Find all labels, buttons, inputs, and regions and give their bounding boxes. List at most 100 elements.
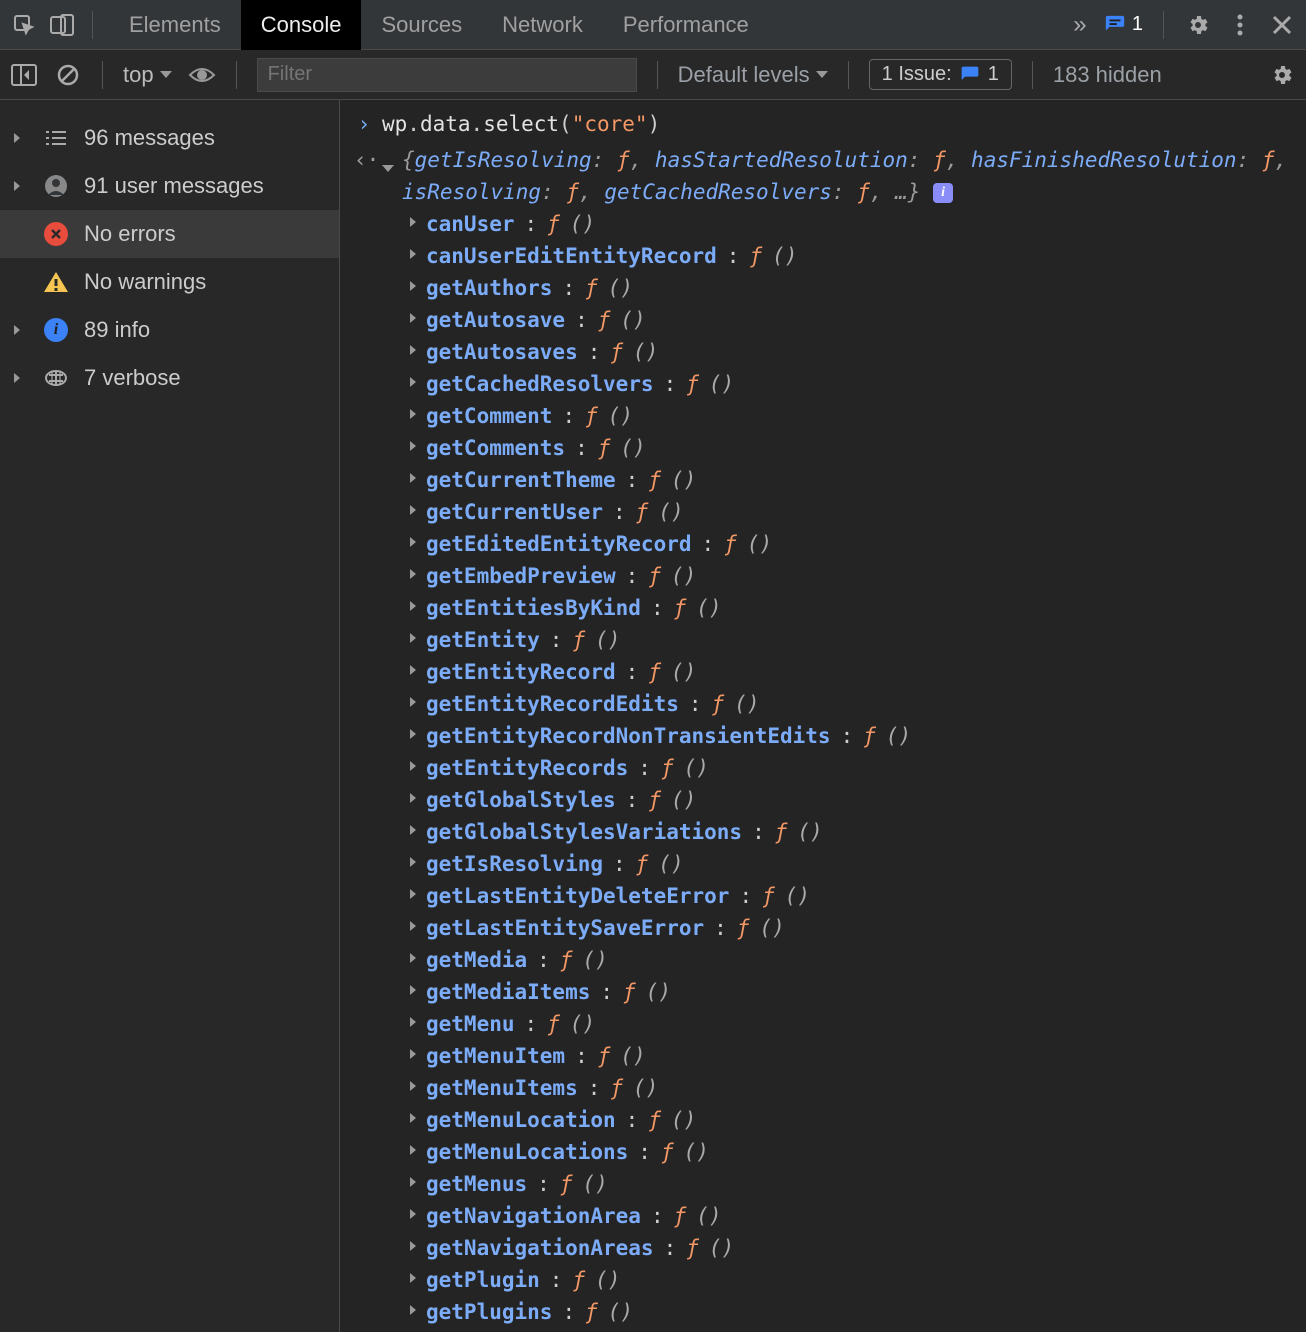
object-property[interactable]: getEmbedPreview: ƒ (): [410, 560, 1306, 592]
expand-icon: [410, 592, 416, 624]
property-value: ƒ: [598, 432, 611, 464]
expand-icon: [14, 322, 28, 338]
expand-toggle-icon[interactable]: [382, 144, 394, 184]
sidebar-item-verbose[interactable]: 7 verbose: [0, 354, 339, 402]
issues-badge[interactable]: 1: [1104, 13, 1143, 36]
expand-icon: [410, 304, 416, 336]
object-property[interactable]: canUserEditEntityRecord: ƒ (): [410, 240, 1306, 272]
object-property[interactable]: getEntity: ƒ (): [410, 624, 1306, 656]
object-property[interactable]: getMenu: ƒ (): [410, 1008, 1306, 1040]
property-key: getComment: [426, 400, 552, 432]
object-property[interactable]: getIsResolving: ƒ (): [410, 848, 1306, 880]
settings-gear-icon[interactable]: [1184, 11, 1212, 39]
object-property[interactable]: getMenuLocation: ƒ (): [410, 1104, 1306, 1136]
inspect-icon[interactable]: [10, 11, 38, 39]
property-key: getCachedResolvers: [426, 368, 654, 400]
expand-icon: [14, 178, 28, 194]
property-key: getNavigationArea: [426, 1200, 641, 1232]
object-property[interactable]: canUser: ƒ (): [410, 208, 1306, 240]
property-key: getLastEntityDeleteError: [426, 880, 729, 912]
property-key: getMenu: [426, 1008, 515, 1040]
tab-elements[interactable]: Elements: [109, 0, 241, 50]
issues-count: 1: [1132, 13, 1143, 36]
expand-icon: [14, 370, 28, 386]
sidebar-item-info[interactable]: i89 info: [0, 306, 339, 354]
console-settings-gear-icon[interactable]: [1268, 61, 1296, 89]
property-key: canUserEditEntityRecord: [426, 240, 717, 272]
expand-icon: [410, 880, 416, 912]
object-property[interactable]: getMediaItems: ƒ (): [410, 976, 1306, 1008]
device-toggle-icon[interactable]: [48, 11, 76, 39]
property-key: getEntityRecords: [426, 752, 628, 784]
log-levels-selector[interactable]: Default levels: [678, 62, 828, 88]
object-property[interactable]: getCurrentTheme: ƒ (): [410, 464, 1306, 496]
object-property[interactable]: getLastEntitySaveError: ƒ (): [410, 912, 1306, 944]
object-property[interactable]: getEntityRecords: ƒ (): [410, 752, 1306, 784]
sidebar-item-label: 89 info: [84, 317, 150, 343]
close-devtools-icon[interactable]: [1268, 11, 1296, 39]
object-property[interactable]: getNavigationArea: ƒ (): [410, 1200, 1306, 1232]
object-property[interactable]: getMedia: ƒ (): [410, 944, 1306, 976]
console-return-line[interactable]: ‹· {getIsResolving: ƒ, hasStartedResolut…: [344, 144, 1306, 208]
object-property[interactable]: getMenuItems: ƒ (): [410, 1072, 1306, 1104]
dropdown-caret-icon: [160, 71, 172, 78]
sidebar-item-list[interactable]: 96 messages: [0, 114, 339, 162]
context-label: top: [123, 62, 154, 88]
object-property[interactable]: getComment: ƒ (): [410, 400, 1306, 432]
tab-performance[interactable]: Performance: [603, 0, 769, 50]
object-property[interactable]: getMenuLocations: ƒ (): [410, 1136, 1306, 1168]
execution-context-selector[interactable]: top: [123, 62, 172, 88]
filter-input[interactable]: [257, 58, 637, 92]
object-property[interactable]: getAuthors: ƒ (): [410, 272, 1306, 304]
hidden-messages-label[interactable]: 183 hidden: [1053, 62, 1162, 88]
tab-network[interactable]: Network: [482, 0, 603, 50]
object-property[interactable]: getEditedEntityRecord: ƒ (): [410, 528, 1306, 560]
object-properties: canUser: ƒ ()canUserEditEntityRecord: ƒ …: [344, 208, 1306, 1328]
more-tabs-icon[interactable]: »: [1066, 11, 1094, 39]
tab-sources[interactable]: Sources: [361, 0, 482, 50]
issues-pill[interactable]: 1 Issue: 1: [869, 59, 1012, 90]
property-key: getEntitiesByKind: [426, 592, 641, 624]
object-property[interactable]: getGlobalStyles: ƒ (): [410, 784, 1306, 816]
property-value: ƒ: [863, 720, 876, 752]
live-expression-icon[interactable]: [188, 61, 216, 89]
object-property[interactable]: getCachedResolvers: ƒ (): [410, 368, 1306, 400]
object-property[interactable]: getEntityRecordEdits: ƒ (): [410, 688, 1306, 720]
object-property[interactable]: getAutosave: ƒ (): [410, 304, 1306, 336]
clear-console-icon[interactable]: [54, 61, 82, 89]
object-property[interactable]: getComments: ƒ (): [410, 432, 1306, 464]
sidebar-item-error[interactable]: No errors: [0, 210, 339, 258]
sidebar-item-warn[interactable]: No warnings: [0, 258, 339, 306]
console-toolbar: top Default levels 1 Issue: 1 183 hidden: [0, 50, 1306, 100]
object-property[interactable]: getEntityRecordNonTransientEdits: ƒ (): [410, 720, 1306, 752]
console-input-line[interactable]: › wp.data.select("core"): [344, 108, 1306, 140]
property-key: getCurrentUser: [426, 496, 603, 528]
object-property[interactable]: getGlobalStylesVariations: ƒ (): [410, 816, 1306, 848]
object-property[interactable]: getAutosaves: ƒ (): [410, 336, 1306, 368]
property-key: getEmbedPreview: [426, 560, 616, 592]
property-key: getEntityRecord: [426, 656, 616, 688]
toggle-sidebar-icon[interactable]: [10, 61, 38, 89]
property-key: getGlobalStyles: [426, 784, 616, 816]
expand-icon: [410, 1168, 416, 1200]
info-badge-icon[interactable]: i: [933, 183, 953, 203]
sidebar-item-user[interactable]: 91 user messages: [0, 162, 339, 210]
expand-icon: [410, 848, 416, 880]
object-property[interactable]: getCurrentUser: ƒ (): [410, 496, 1306, 528]
object-property[interactable]: getMenuItem: ƒ (): [410, 1040, 1306, 1072]
property-value: ƒ: [661, 1136, 674, 1168]
object-property[interactable]: getLastEntityDeleteError: ƒ (): [410, 880, 1306, 912]
console-sidebar: 96 messages91 user messagesNo errorsNo w…: [0, 100, 340, 1332]
kebab-menu-icon[interactable]: [1226, 11, 1254, 39]
tab-console[interactable]: Console: [241, 0, 362, 50]
expand-icon: [410, 400, 416, 432]
object-property[interactable]: getEntitiesByKind: ƒ (): [410, 592, 1306, 624]
object-property[interactable]: getEntityRecord: ƒ (): [410, 656, 1306, 688]
object-property[interactable]: getMenus: ƒ (): [410, 1168, 1306, 1200]
object-property[interactable]: getNavigationAreas: ƒ (): [410, 1232, 1306, 1264]
object-property[interactable]: getPlugin: ƒ (): [410, 1264, 1306, 1296]
expand-icon: [410, 1072, 416, 1104]
object-property[interactable]: getPlugins: ƒ (): [410, 1296, 1306, 1328]
expand-icon: [410, 976, 416, 1008]
expand-icon: [410, 528, 416, 560]
